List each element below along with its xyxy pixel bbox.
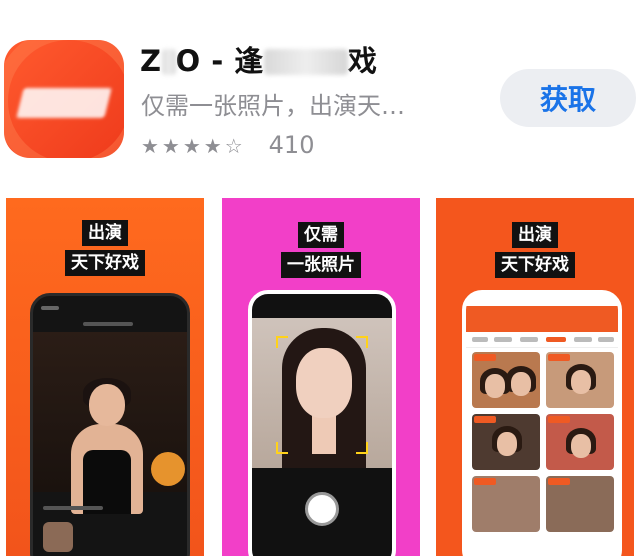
caption-line-1: 仅需 [298, 222, 344, 248]
actress-figure [63, 378, 149, 514]
phone-mockup-2 [248, 290, 396, 556]
face [296, 348, 352, 418]
app-icon[interactable] [4, 40, 124, 158]
camera-controls [252, 468, 392, 556]
scan-bracket-bl [276, 442, 288, 454]
app-topbar [466, 306, 618, 332]
category-tabs [466, 332, 618, 348]
scan-bracket-tr [356, 336, 368, 348]
get-button[interactable]: 获取 [500, 69, 636, 127]
screenshot-2-caption: 仅需 一张照片 [222, 220, 420, 280]
app-subtitle: 仅需一张照片，出演天… [141, 92, 405, 120]
video-frame [33, 332, 187, 514]
status-time-bar [41, 306, 59, 310]
caption-line-2: 一张照片 [281, 252, 361, 278]
caption-line-2: 天下好戏 [65, 250, 145, 276]
prop-ball [151, 452, 185, 486]
screenshot-3-caption: 出演 天下好戏 [436, 220, 634, 280]
clip-tile [546, 476, 614, 532]
screenshot-1[interactable]: 出演 天下好戏 [6, 198, 204, 556]
caption-line-1: 出演 [512, 222, 558, 248]
scan-bracket-br [356, 442, 368, 454]
rating-count: 410 [268, 131, 315, 159]
app-title-prefix: Z [140, 44, 162, 78]
caption-line-2: 天下好戏 [495, 252, 575, 278]
screenshot-3[interactable]: 出演 天下好戏 [436, 198, 634, 556]
phone-mockup-3 [462, 290, 622, 556]
title-blur-2 [263, 49, 348, 75]
thumbnail [43, 522, 73, 552]
camera-topbar [252, 294, 392, 318]
clip-tile [546, 414, 614, 470]
app-title: ZO - 逢戏 [140, 38, 377, 80]
caption-line-1: 出演 [82, 220, 128, 246]
face-capture-area [252, 318, 392, 478]
app-logo-blurred [16, 88, 112, 118]
video-title-bar [83, 322, 133, 326]
app-title-part-b: 戏 [347, 44, 378, 78]
screenshot-1-caption: 出演 天下好戏 [6, 218, 204, 278]
app-store-listing: Z O - 逢 戏 仅需一张照片，出演天… ★★★★☆ 410 获取 出演 天下好戏 [0, 0, 640, 556]
caption-bar [43, 506, 103, 510]
screenshot-2[interactable]: 仅需 一张照片 [222, 198, 420, 556]
app-title-part-a: O - 逢 [175, 44, 264, 78]
shutter-button [305, 492, 339, 526]
phone-mockup-1 [30, 293, 190, 556]
clip-tile [546, 352, 614, 408]
clip-tile [472, 414, 540, 470]
clip-tile [472, 352, 540, 408]
scan-bracket-tl [276, 336, 288, 348]
rating-row: ★★★★☆ 410 [141, 131, 314, 159]
star-rating-icons: ★★★★☆ [141, 134, 246, 158]
clip-tile [472, 476, 540, 532]
title-blur-1 [161, 49, 176, 75]
